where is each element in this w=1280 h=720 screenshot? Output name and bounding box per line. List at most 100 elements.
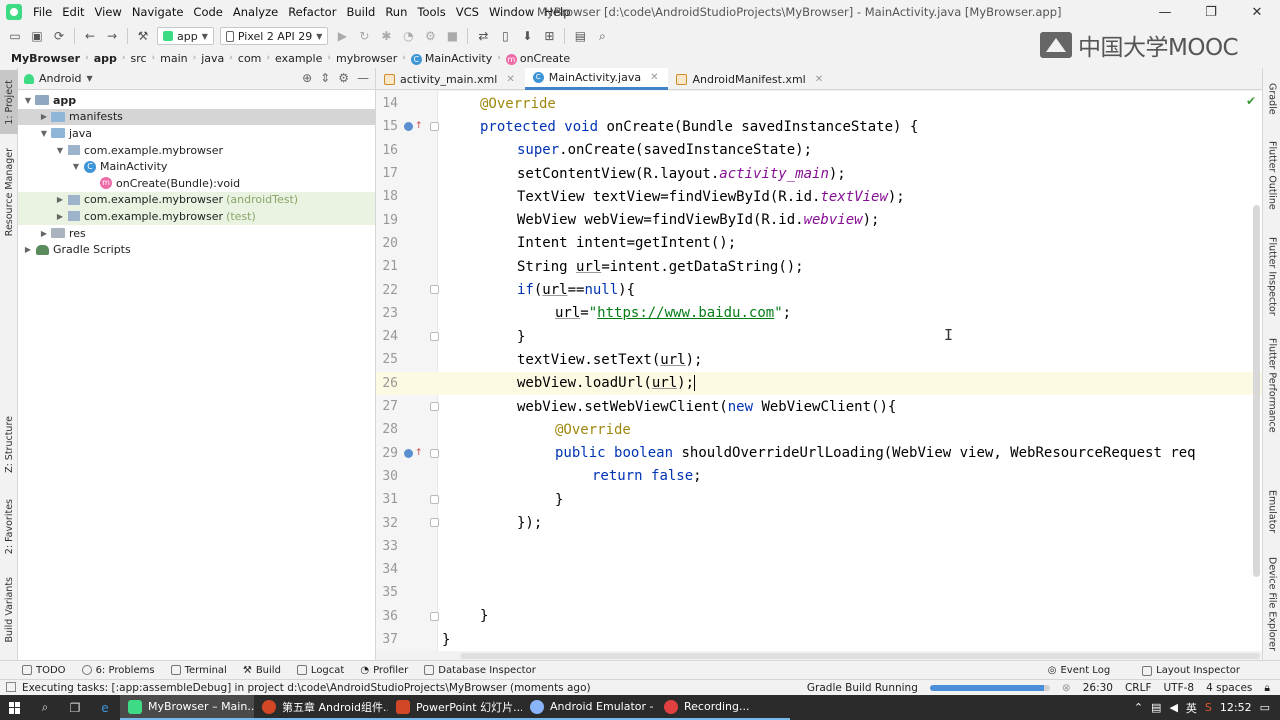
breadcrumb-item-class[interactable]: C MainActivity: [408, 52, 495, 65]
module-selector[interactable]: app ▼: [157, 27, 214, 45]
menu-code[interactable]: Code: [188, 0, 227, 24]
code-line[interactable]: 32 });: [376, 511, 1262, 534]
breadcrumb-item[interactable]: src: [127, 52, 149, 65]
breadcrumb-item[interactable]: mybrowser: [333, 52, 400, 65]
volume-icon[interactable]: ◀: [1169, 701, 1177, 714]
line-separator[interactable]: CRLF: [1125, 682, 1152, 694]
tool-tab-terminal[interactable]: Terminal: [170, 665, 227, 676]
hammer-icon[interactable]: ⚒: [132, 25, 154, 47]
taskbar-app-android-studio[interactable]: MyBrowser – Main...: [120, 695, 254, 720]
code-line[interactable]: 18 TextView textView=findViewById(R.id.t…: [376, 185, 1262, 208]
tab-activity-main-xml[interactable]: activity_main.xml ✕: [376, 68, 525, 90]
code-line[interactable]: 16 super.onCreate(savedInstanceState);: [376, 139, 1262, 162]
device-selector[interactable]: Pixel 2 API 29 ▼: [219, 27, 329, 45]
attach-debugger-icon[interactable]: ⚙: [419, 25, 441, 47]
code-line[interactable]: 27 webView.setWebViewClient(new WebViewC…: [376, 395, 1262, 418]
breadcrumb-item[interactable]: java: [198, 52, 227, 65]
clock[interactable]: 12:52: [1220, 701, 1252, 714]
breadcrumb-item[interactable]: com: [235, 52, 265, 65]
code-line[interactable]: 30 return false;: [376, 465, 1262, 488]
tree-item-app[interactable]: ▼ app: [18, 92, 375, 109]
restore-icon[interactable]: ❐: [1188, 0, 1234, 24]
code-line[interactable]: 29 ↑ public boolean shouldOverrideUrlLoa…: [376, 442, 1262, 465]
tool-tab-flutter-outline[interactable]: Flutter Outline: [1263, 130, 1280, 220]
tool-tab-gradle[interactable]: Gradle: [1263, 74, 1280, 124]
apply-changes-icon[interactable]: ↻: [353, 25, 375, 47]
debug-icon[interactable]: ✱: [375, 25, 397, 47]
code-line[interactable]: 17 setContentView(R.layout.activity_main…: [376, 162, 1262, 185]
code-line[interactable]: 35: [376, 581, 1262, 604]
code-line-current[interactable]: 26 webView.loadUrl(url);: [376, 371, 1262, 395]
code-line[interactable]: 21 String url=intent.getDataString();: [376, 255, 1262, 278]
fold-icon[interactable]: [430, 495, 439, 505]
tree-item-manifests[interactable]: ▶ manifests: [18, 108, 375, 126]
code-line[interactable]: 19 WebView webView=findViewById(R.id.web…: [376, 209, 1262, 232]
tool-tab-device-file-explorer[interactable]: Device File Explorer: [1263, 552, 1280, 656]
code-line[interactable]: 34: [376, 558, 1262, 581]
editor-vertical-scrollbar[interactable]: [1253, 205, 1260, 577]
code-line[interactable]: 28 @Override: [376, 418, 1262, 441]
sdk-manager-icon[interactable]: ⬇: [516, 25, 538, 47]
taskbar-app-recording[interactable]: Recording...: [656, 695, 790, 720]
code-line[interactable]: 20 Intent intent=getIntent();: [376, 232, 1262, 255]
close-icon[interactable]: ✕: [506, 74, 514, 85]
tree-item-mainactivity[interactable]: ▼ C MainActivity: [18, 158, 375, 175]
tool-tab-problems[interactable]: 6: Problems: [81, 665, 155, 676]
code-line[interactable]: 23 url="https://www.baidu.com";: [376, 302, 1262, 325]
back-arrow-icon[interactable]: ←: [79, 25, 101, 47]
save-icon[interactable]: ▣: [26, 25, 48, 47]
fold-icon[interactable]: [430, 285, 439, 295]
open-folder-icon[interactable]: ▭: [4, 25, 26, 47]
code-line[interactable]: 37 }: [376, 628, 1262, 651]
network-icon[interactable]: ▤: [1151, 701, 1161, 714]
menu-edit[interactable]: Edit: [57, 0, 89, 24]
taskbar-app-emulator[interactable]: Android Emulator - ...: [522, 695, 656, 720]
tool-tab-logcat[interactable]: Logcat: [296, 665, 344, 676]
code-line[interactable]: 33: [376, 535, 1262, 558]
lock-icon[interactable]: 🔒︎: [1264, 682, 1270, 695]
menu-refactor[interactable]: Refactor: [283, 0, 341, 24]
sogou-icon[interactable]: S: [1205, 701, 1212, 714]
tree-item-unit-test[interactable]: ▶ com.example.mybrowser (test): [18, 208, 375, 225]
chevron-up-icon[interactable]: ⌃: [1134, 701, 1143, 714]
code-line[interactable]: 14 @Override: [376, 92, 1262, 115]
tree-item-gradle-scripts[interactable]: ▶ Gradle Scripts: [18, 241, 375, 258]
menu-window[interactable]: Window: [484, 0, 539, 24]
fold-icon[interactable]: [430, 518, 439, 528]
notification-icon[interactable]: ▭: [1260, 701, 1270, 714]
menu-file[interactable]: File: [28, 0, 57, 24]
layout-inspector-icon[interactable]: ⊞: [538, 25, 560, 47]
start-button[interactable]: [0, 695, 30, 720]
menu-analyze[interactable]: Analyze: [228, 0, 283, 24]
taskbar-app-powerpoint[interactable]: PowerPoint 幻灯片...: [388, 695, 522, 720]
menu-navigate[interactable]: Navigate: [127, 0, 189, 24]
tool-tab-project[interactable]: 1: Project: [0, 70, 18, 134]
fold-icon[interactable]: [430, 332, 439, 341]
tool-tab-todo[interactable]: TODO: [22, 665, 66, 676]
tool-tab-layout-inspector[interactable]: Layout Inspector: [1142, 665, 1240, 676]
search-icon[interactable]: ⌕: [30, 695, 60, 720]
tree-item-res[interactable]: ▶ res: [18, 225, 375, 242]
locate-icon[interactable]: ⊕: [302, 71, 312, 85]
ime-indicator[interactable]: 英: [1186, 700, 1197, 716]
tree-item-android-test[interactable]: ▶ com.example.mybrowser (androidTest): [18, 191, 375, 209]
caret-position[interactable]: 26:30: [1083, 682, 1113, 694]
fold-icon[interactable]: [430, 401, 439, 411]
close-icon[interactable]: ✕: [1234, 0, 1280, 24]
tree-item-package[interactable]: ▼ com.example.mybrowser: [18, 142, 375, 159]
collapse-all-icon[interactable]: ⇕: [320, 71, 330, 85]
hide-icon[interactable]: —: [357, 71, 369, 85]
close-icon[interactable]: ✕: [650, 72, 658, 83]
profile-icon[interactable]: ◔: [397, 25, 419, 47]
code-editor[interactable]: 14 @Override 15 ↑ protected void onCreat…: [376, 91, 1262, 651]
sync-icon[interactable]: ⟳: [48, 25, 70, 47]
gear-icon[interactable]: ⚙: [338, 71, 349, 85]
tool-tab-structure[interactable]: Z: Structure: [0, 414, 18, 474]
fold-icon[interactable]: [430, 122, 439, 132]
task-view-icon[interactable]: ❐: [60, 695, 90, 720]
fold-icon[interactable]: [430, 611, 439, 621]
menu-tools[interactable]: Tools: [412, 0, 450, 24]
menu-build[interactable]: Build: [341, 0, 380, 24]
minimize-icon[interactable]: —: [1142, 0, 1188, 24]
indent-setting[interactable]: 4 spaces: [1206, 682, 1252, 694]
